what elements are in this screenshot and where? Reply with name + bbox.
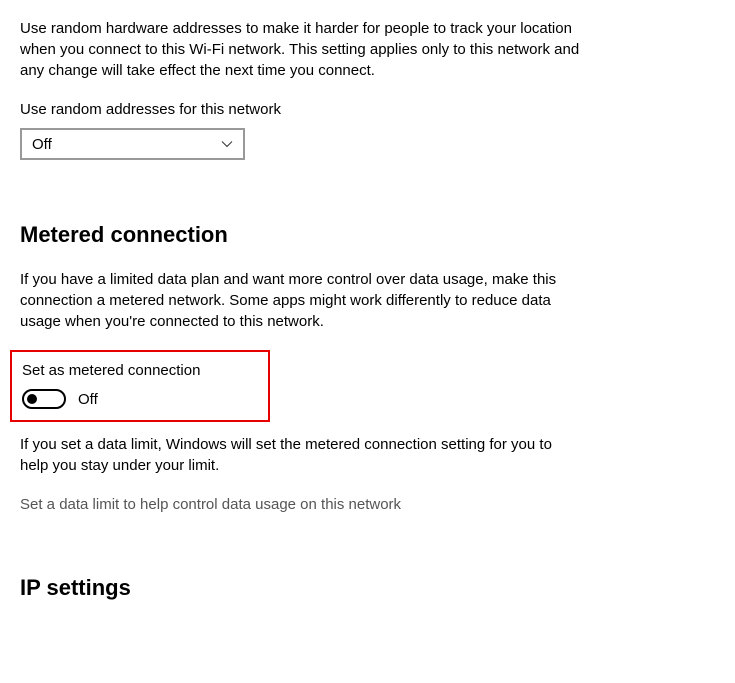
metered-connection-heading: Metered connection xyxy=(20,220,715,251)
metered-connection-description: If you have a limited data plan and want… xyxy=(20,269,580,332)
metered-toggle[interactable] xyxy=(22,389,66,409)
dropdown-value: Off xyxy=(32,134,52,155)
random-addresses-label: Use random addresses for this network xyxy=(20,99,715,120)
metered-toggle-state: Off xyxy=(78,389,98,410)
chevron-down-icon xyxy=(221,138,233,150)
ip-settings-heading: IP settings xyxy=(20,573,715,604)
metered-toggle-row: Off xyxy=(22,389,258,410)
random-addresses-dropdown[interactable]: Off xyxy=(20,128,245,160)
metered-toggle-highlight: Set as metered connection Off xyxy=(10,350,270,422)
data-limit-link[interactable]: Set a data limit to help control data us… xyxy=(20,494,715,515)
random-addresses-description: Use random hardware addresses to make it… xyxy=(20,18,580,81)
metered-toggle-label: Set as metered connection xyxy=(22,360,258,381)
data-limit-description: If you set a data limit, Windows will se… xyxy=(20,434,580,476)
toggle-knob xyxy=(27,394,37,404)
